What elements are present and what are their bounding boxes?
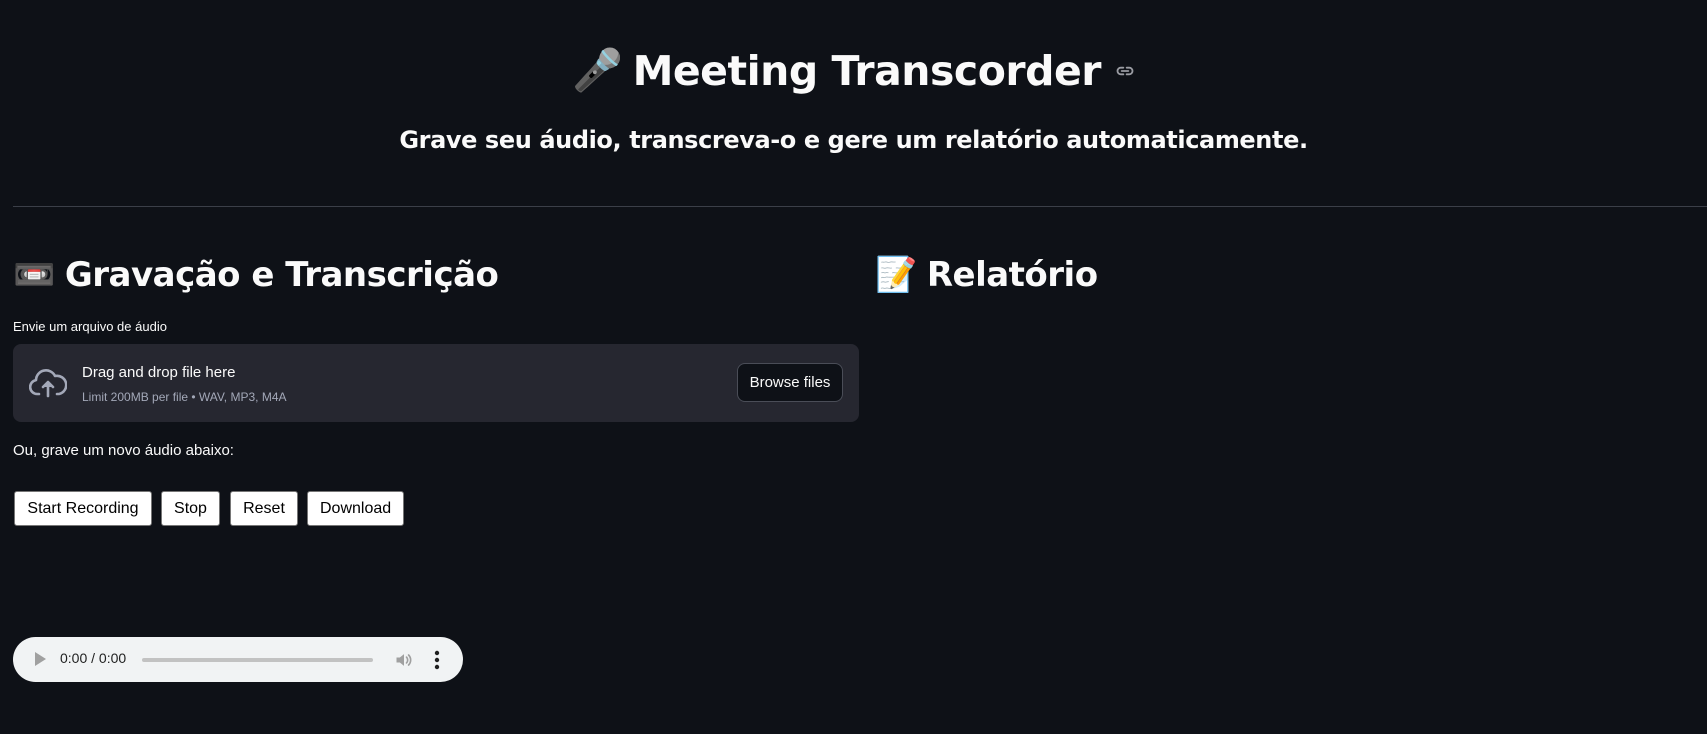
record-label: Ou, grave um novo áudio abaixo: xyxy=(13,442,234,459)
microphone-icon: 🎤 xyxy=(572,46,623,94)
upload-label: Envie um arquivo de áudio xyxy=(13,319,167,334)
volume-icon[interactable] xyxy=(394,650,414,670)
browse-files-button[interactable]: Browse files xyxy=(737,363,843,402)
audio-player[interactable]: 0:00 / 0:00 xyxy=(13,637,463,682)
audio-time: 0:00 / 0:00 xyxy=(60,650,127,666)
anchor-link-icon[interactable] xyxy=(1115,61,1135,81)
play-icon[interactable] xyxy=(35,652,46,666)
page-subtitle: Grave seu áudio, transcreva-o e gere um … xyxy=(399,126,1308,154)
videocassette-icon: 📼 xyxy=(13,255,55,295)
divider xyxy=(13,206,1707,207)
app-page: 🎤 Meeting Transcorder Grave seu áudio, t… xyxy=(0,0,1707,734)
cloud-upload-icon xyxy=(29,369,67,398)
section-heading-report: 📝 Relatório xyxy=(875,255,1098,295)
section-heading-recording: 📼 Gravação e Transcrição xyxy=(13,255,499,295)
section-heading-report-text: Relatório xyxy=(926,255,1098,295)
file-dropzone[interactable]: Drag and drop file here Limit 200MB per … xyxy=(13,344,859,422)
stop-button[interactable]: Stop xyxy=(161,491,220,526)
page-title-text: Meeting Transcorder xyxy=(632,46,1102,95)
reset-button[interactable]: Reset xyxy=(230,491,298,526)
section-heading-recording-text: Gravação e Transcrição xyxy=(64,255,499,295)
start-recording-button[interactable]: Start Recording xyxy=(14,491,152,526)
page-title: 🎤 Meeting Transcorder xyxy=(572,46,1135,95)
audio-progress-bar[interactable] xyxy=(142,658,373,662)
memo-icon: 📝 xyxy=(875,255,917,295)
dropzone-limits: Limit 200MB per file • WAV, MP3, M4A xyxy=(82,390,287,404)
dropzone-instructions: Drag and drop file here xyxy=(82,364,236,381)
title-wrap: 🎤 Meeting Transcorder xyxy=(0,46,1707,95)
more-options-icon[interactable] xyxy=(434,650,440,670)
download-button[interactable]: Download xyxy=(307,491,404,526)
